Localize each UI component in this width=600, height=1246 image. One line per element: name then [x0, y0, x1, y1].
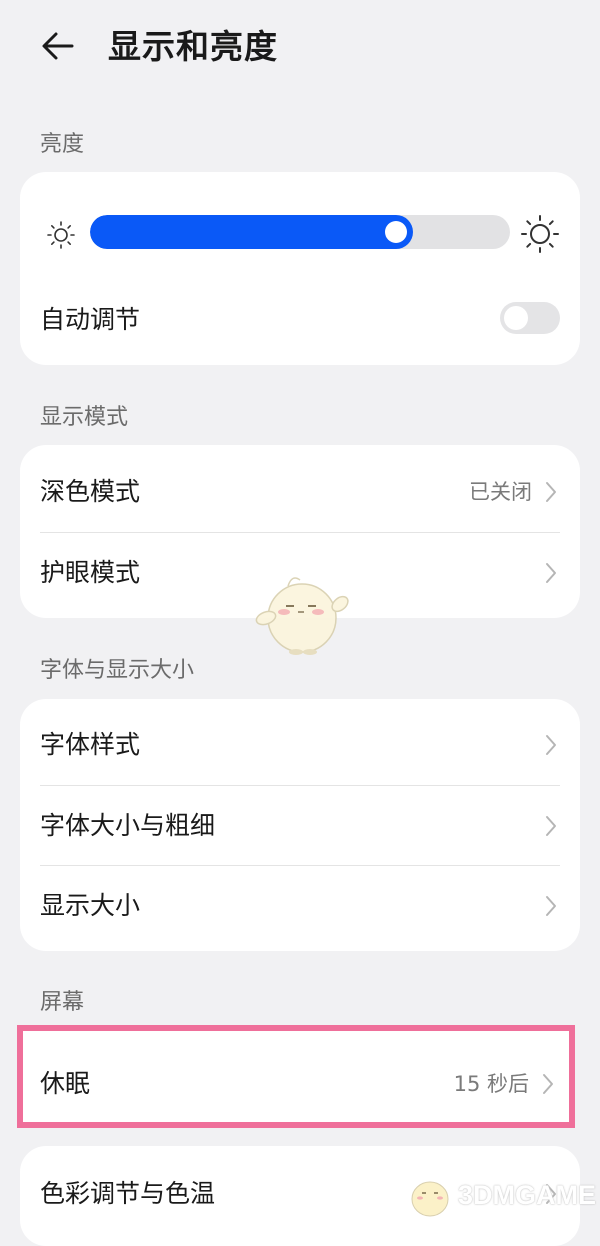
- arrow-left-icon: [42, 32, 74, 60]
- font-size-card: 字体样式 字体大小与粗细 显示大小: [20, 699, 580, 951]
- toggle-knob: [504, 306, 528, 330]
- watermark-mascot-icon: [411, 1181, 449, 1217]
- watermark-text: 3DMGAME: [458, 1180, 597, 1210]
- chevron-right-icon: [546, 816, 556, 836]
- auto-brightness-label: 自动调节: [40, 305, 141, 334]
- font-size-weight-label: 字体大小与粗细: [40, 811, 216, 840]
- sleep-value: 15 秒后: [453, 1072, 529, 1096]
- chevron-right-icon: [546, 563, 556, 583]
- chevron-right-icon: [546, 735, 556, 755]
- brightness-slider[interactable]: [90, 215, 510, 249]
- font-style-row[interactable]: 字体样式: [20, 705, 580, 785]
- dark-mode-label: 深色模式: [40, 477, 141, 506]
- sleep-row[interactable]: 休眠 15 秒后: [20, 1044, 572, 1124]
- mascot-watermark-icon: [255, 577, 349, 655]
- page-title: 显示和亮度: [108, 27, 278, 66]
- sun-large-icon: [521, 215, 559, 253]
- auto-brightness-toggle[interactable]: [500, 302, 560, 334]
- chevron-right-icon: [546, 896, 556, 916]
- chevron-right-icon: [543, 1074, 553, 1094]
- auto-brightness-row[interactable]: 自动调节: [20, 280, 580, 360]
- display-size-label: 显示大小: [40, 891, 141, 920]
- sleep-label: 休眠: [40, 1069, 91, 1098]
- dark-mode-value: 已关闭: [469, 480, 532, 504]
- section-label-font-size: 字体与显示大小: [40, 658, 195, 683]
- color-temp-label: 色彩调节与色温: [40, 1179, 216, 1208]
- font-style-label: 字体样式: [40, 730, 141, 759]
- section-label-display-mode: 显示模式: [40, 405, 129, 430]
- sleep-highlight-box: 休眠 15 秒后: [17, 1025, 575, 1128]
- chevron-right-icon: [546, 482, 556, 502]
- sun-small-icon: [47, 221, 75, 249]
- section-label-brightness: 亮度: [40, 132, 85, 157]
- brightness-slider-knob[interactable]: [385, 221, 407, 243]
- eye-comfort-label: 护眼模式: [40, 558, 141, 587]
- section-label-screen: 屏幕: [40, 990, 85, 1015]
- font-size-weight-row[interactable]: 字体大小与粗细: [20, 786, 580, 866]
- back-button[interactable]: [36, 26, 80, 70]
- dark-mode-row[interactable]: 深色模式 已关闭: [20, 452, 580, 532]
- header: 显示和亮度: [0, 0, 600, 96]
- display-size-row[interactable]: 显示大小: [20, 866, 580, 946]
- brightness-slider-fill: [90, 215, 413, 249]
- brightness-card: 自动调节: [20, 172, 580, 365]
